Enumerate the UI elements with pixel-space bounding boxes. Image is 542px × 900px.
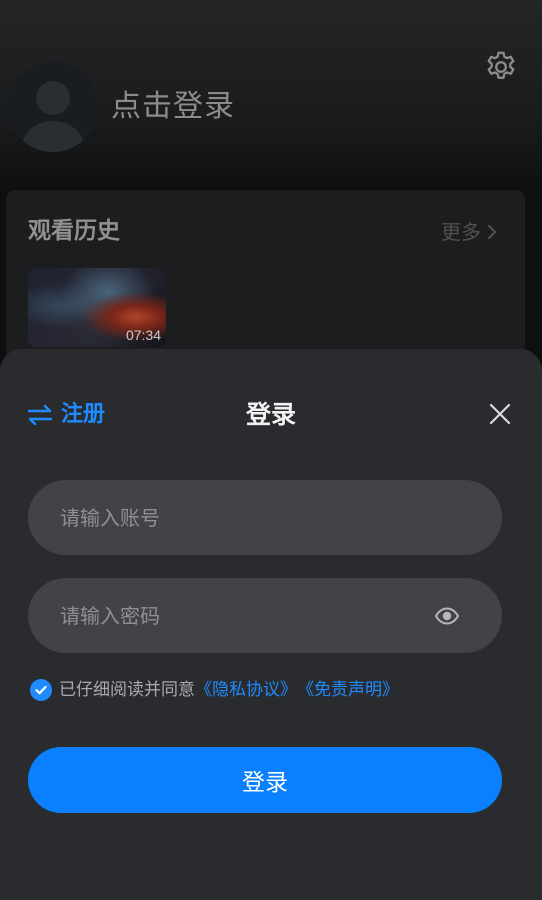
chevron-right-icon [488,225,496,239]
history-more-link[interactable]: 更多 [441,217,497,247]
history-title: 观看历史 [28,218,120,244]
agreement-row: 已仔细阅读并同意 《隐私协议》 《免责声明》 [30,676,399,704]
eye-icon[interactable] [434,603,460,629]
login-sheet: 注册 登录 已仔细阅读并同意 《隐私协议》 [0,349,542,900]
account-field[interactable] [28,480,502,555]
agreement-text: 已仔细阅读并同意 [59,680,195,700]
account-input[interactable] [60,505,470,530]
history-video-thumbnail[interactable]: 07:34 [28,268,166,347]
default-avatar-icon [20,81,86,152]
check-icon [35,685,47,695]
login-prompt[interactable]: 点击登录 [111,85,235,129]
password-input[interactable] [60,603,434,628]
settings-button[interactable] [483,49,519,85]
avatar[interactable] [8,62,98,152]
close-icon [489,403,511,425]
history-more-label: 更多 [441,220,481,244]
disclaimer-link[interactable]: 《免责声明》 [297,676,399,704]
close-button[interactable] [488,402,512,426]
password-field[interactable] [28,578,502,653]
video-duration: 07:34 [125,327,161,343]
sheet-title: 登录 [245,400,296,429]
profile-page: 点击登录 观看历史 更多 07:34 注册 登录 请输入账号 已仔细阅读并同意 … [0,0,542,900]
gear-icon [487,51,515,79]
privacy-policy-link[interactable]: 《隐私协议》 [195,676,297,704]
login-button[interactable]: 登录 [28,747,502,813]
agreement-checkbox[interactable] [30,679,52,701]
